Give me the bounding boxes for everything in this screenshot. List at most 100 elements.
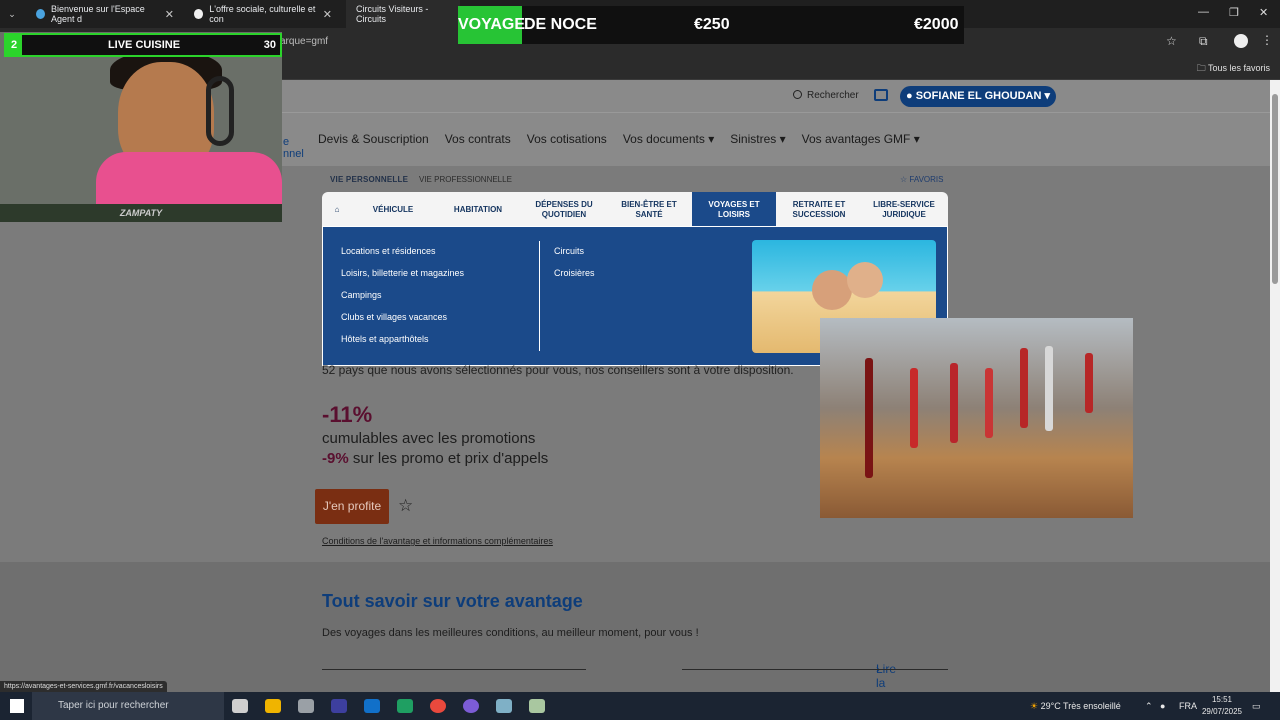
person-shape (847, 262, 883, 298)
jen-profite-button[interactable]: J'en profite (315, 489, 389, 524)
second-discount: -9% sur les promo et prix d'appels (322, 450, 548, 467)
nav-sinistres-label: Sinistres (730, 132, 777, 146)
task-view-icon[interactable] (232, 699, 248, 713)
nav-contrats[interactable]: Vos contrats (445, 132, 511, 146)
clock-time: 15:51 (1211, 695, 1233, 704)
user-icon: ● (905, 90, 913, 102)
stream-footer: ZAMPATY (0, 204, 282, 222)
app-icon[interactable] (529, 699, 545, 713)
divider-line (322, 669, 586, 670)
link-circuits[interactable]: Circuits (554, 246, 584, 256)
nav-documents-label: Vos documents (622, 132, 705, 146)
nav-documents[interactable]: Vos documents ▾ (623, 132, 714, 146)
nav-avantages-label: Vos avantages GMF (801, 132, 911, 146)
language-indicator[interactable]: FRA (1179, 692, 1197, 720)
user-name: SOFIANE EL GHOUDAN (915, 90, 1042, 102)
menu-vehicule[interactable]: VÉHICULE (354, 192, 432, 227)
dancer-shape (1085, 353, 1093, 413)
read-more-row: Lire la suite › (322, 662, 948, 692)
tab-search-button[interactable]: ⌄ (0, 0, 24, 28)
close-window-icon[interactable]: ✕ (1259, 6, 1268, 19)
notification-icon[interactable]: ▭ (1252, 692, 1261, 720)
nav-cotisations[interactable]: Vos cotisations (527, 132, 607, 146)
outlook-icon[interactable] (364, 699, 380, 713)
star-favorite-icon[interactable]: ☆ (398, 496, 413, 516)
site-favicon-icon (194, 9, 204, 19)
taskbar-search-input[interactable]: Taper ici pour rechercher (32, 692, 224, 720)
price-ticker: VOYAGE DE NOCE €250 €2000 (458, 6, 964, 44)
nav-devis[interactable]: Devis & Souscription (318, 132, 429, 146)
app-icon[interactable] (496, 699, 512, 713)
close-icon[interactable]: ✕ (165, 8, 174, 21)
user-menu-button[interactable]: ● SOFIANE EL GHOUDAN ▾ (900, 86, 1056, 107)
link-campings[interactable]: Campings (341, 290, 382, 300)
chrome-icon[interactable] (430, 699, 446, 713)
second-discount-description: sur les promo et prix d'appels (348, 450, 549, 467)
discount-description: cumulables avec les promotions (322, 430, 536, 447)
clock-date: 29/07/2025 (1201, 707, 1243, 716)
tab-offre-sociale[interactable]: L'offre sociale, culturelle et con ✕ (184, 0, 342, 28)
link-clubs[interactable]: Clubs et villages vacances (341, 312, 447, 322)
file-explorer-icon[interactable] (265, 699, 281, 713)
nav-avantages[interactable]: Vos avantages GMF ▾ (802, 132, 920, 146)
chevron-down-icon: ⌄ (8, 8, 16, 19)
dancer-shape (985, 368, 993, 438)
tab-circuits-visiteurs[interactable]: Circuits Visiteurs - Circuits (346, 0, 460, 28)
dropdown-divider (539, 241, 540, 351)
chevron-up-icon[interactable]: ⌃ (1145, 692, 1153, 720)
menu-retraite[interactable]: RETRAITE ET SUCCESSION (778, 192, 860, 227)
menu-bien-etre[interactable]: BIEN-ÊTRE ET SANTÉ (608, 192, 690, 227)
weather-widget[interactable]: ☀ 29°C Très ensoleillé (1030, 692, 1121, 720)
intro-text: 52 pays que nous avons sélectionnés pour… (322, 363, 794, 377)
mail-icon[interactable] (874, 89, 888, 101)
stream-title: LIVE CUISINE (107, 39, 181, 51)
menu-habitation[interactable]: HABITATION (436, 192, 520, 227)
dancer-shape (1020, 348, 1028, 428)
section-title: Tout savoir sur votre avantage (322, 591, 583, 611)
link-loisirs[interactable]: Loisirs, billetterie et magazines (341, 268, 464, 278)
app-icon[interactable] (331, 699, 347, 713)
tab-vie-personnelle[interactable]: VIE PERSONNELLE (330, 175, 408, 184)
home-icon[interactable]: ⌂ (322, 192, 352, 227)
link-hotels[interactable]: Hôtels et apparthôtels (341, 334, 429, 344)
app-icon[interactable] (298, 699, 314, 713)
profile-avatar[interactable] (1234, 34, 1248, 48)
clock[interactable]: 15:51 29/07/2025 (1200, 694, 1244, 718)
app-icon[interactable] (397, 699, 413, 713)
menu-depenses[interactable]: DÉPENSES DU QUOTIDIEN (522, 192, 606, 227)
search-icon (793, 90, 802, 99)
favoris-label: FAVORIS (909, 175, 944, 184)
link-locations[interactable]: Locations et résidences (341, 246, 436, 256)
weather-text: 29°C Très ensoleillé (1040, 701, 1121, 711)
stream-title-bar: 2 LIVE CUISINE 30 (4, 33, 282, 57)
nav-sinistres[interactable]: Sinistres ▾ (730, 132, 785, 146)
extensions-icon[interactable]: ⧉ (1199, 34, 1208, 49)
link-croisieres[interactable]: Croisières (554, 268, 595, 278)
star-bookmark-icon[interactable]: ☆ (1166, 34, 1177, 48)
conditions-link[interactable]: Conditions de l'avantage et informations… (322, 536, 553, 546)
menu-libre-service[interactable]: LIBRE-SERVICE JURIDIQUE (862, 192, 946, 227)
minimize-icon[interactable]: — (1198, 6, 1209, 18)
more-menu-icon[interactable]: ⋮ (1261, 33, 1273, 47)
windows-taskbar: Taper ici pour rechercher ☀ 29°C Très en… (0, 692, 1280, 720)
divider-line (682, 669, 948, 670)
windows-start-icon[interactable] (10, 699, 24, 713)
tab-vie-professionnelle[interactable]: VIE PROFESSIONNELLE (419, 175, 512, 184)
tab-espace-agent[interactable]: Bienvenue sur l'Espace Agent d ✕ (26, 0, 184, 28)
ticker-price1: €250 (694, 16, 730, 33)
all-bookmarks-link[interactable]: 🗀 Tous les favoris (1197, 61, 1270, 77)
logo-text-2: nnel (283, 148, 304, 160)
menu-voyages[interactable]: VOYAGES ET LOISIRS (692, 192, 776, 227)
discount-value: -11% (322, 402, 373, 427)
restore-icon[interactable]: ❐ (1229, 6, 1239, 19)
close-icon[interactable]: ✕ (323, 8, 332, 21)
caret-down-icon: ▾ (779, 132, 786, 146)
second-discount-value: -9% (322, 450, 349, 467)
scrollbar-thumb[interactable] (1272, 94, 1278, 284)
microphone-icon[interactable]: ● (1160, 692, 1165, 720)
favoris-link[interactable]: ☆ FAVORIS (900, 175, 944, 184)
search-label: Rechercher (807, 90, 859, 101)
page-scrollbar[interactable] (1270, 80, 1280, 692)
search-link[interactable]: Rechercher (793, 90, 859, 101)
app-icon[interactable] (463, 699, 479, 713)
